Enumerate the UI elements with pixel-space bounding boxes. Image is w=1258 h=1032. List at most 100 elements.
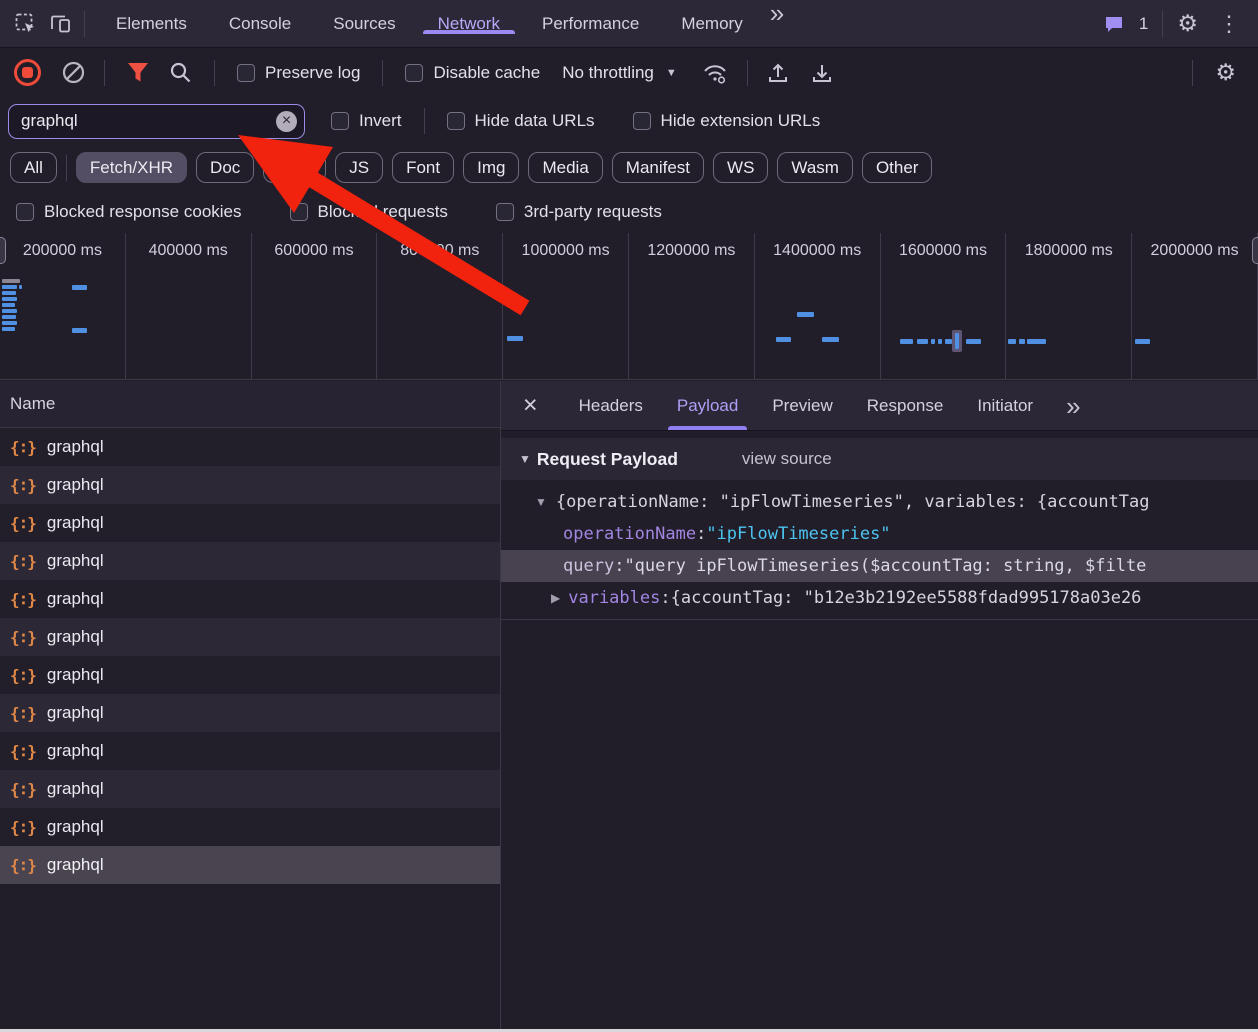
xhr-json-icon: {∶} [10, 475, 37, 495]
request-payload-section-header[interactable]: ▼ Request Payload view source [501, 438, 1258, 480]
request-row[interactable]: {∶} graphql [0, 732, 500, 770]
request-type-filters: All Fetch/XHR Doc CSS JS Font Img Media … [0, 145, 1258, 190]
timeline-tick: 800000 ms [377, 233, 504, 379]
collapsed-triangle-icon[interactable]: ▶ [551, 591, 560, 605]
waterfall-bar [900, 339, 913, 344]
option-checkbox[interactable] [495, 202, 514, 221]
search-icon[interactable] [169, 61, 192, 84]
network-conditions-icon[interactable] [701, 61, 729, 85]
device-toolbar-icon[interactable] [48, 12, 74, 36]
waterfall-bar [955, 333, 959, 349]
waterfall-bar [2, 309, 17, 313]
network-settings-gear-icon[interactable]: ⚙ [1215, 59, 1236, 86]
type-chip[interactable]: Font [392, 152, 455, 183]
request-row[interactable]: {∶} graphql [0, 808, 500, 846]
request-row[interactable]: {∶} graphql [0, 504, 500, 542]
kebab-menu-icon[interactable]: ⋮ [1212, 11, 1246, 37]
name-column-header[interactable]: Name [0, 381, 500, 428]
payload-key: query [563, 556, 615, 576]
detail-tab[interactable]: Response [850, 381, 961, 430]
filter-input[interactable] [8, 103, 305, 139]
main-tab[interactable]: Memory [660, 14, 763, 34]
type-chip[interactable]: Img [463, 152, 520, 183]
more-detail-tabs-icon[interactable]: » [1060, 393, 1086, 419]
main-tab[interactable]: Network [417, 14, 521, 34]
network-overview-timeline[interactable]: 200000 ms 400000 ms 600000 ms 800000 ms … [0, 233, 1258, 380]
request-row[interactable]: {∶} graphql [0, 656, 500, 694]
detail-tab[interactable]: Payload [660, 381, 755, 430]
view-source-link[interactable]: view source [742, 449, 832, 469]
request-row[interactable]: {∶} graphql [0, 846, 500, 884]
waterfall-bar [19, 285, 22, 289]
close-icon[interactable]: × [501, 393, 562, 418]
divider [84, 10, 85, 37]
xhr-json-icon: {∶} [10, 513, 37, 533]
request-row[interactable]: {∶} graphql [0, 542, 500, 580]
main-tab[interactable]: Performance [521, 14, 660, 34]
record-network-log-button[interactable] [14, 59, 41, 86]
request-row[interactable]: {∶} graphql [0, 618, 500, 656]
request-name: graphql [46, 627, 104, 646]
option-checkbox-group[interactable]: Blocked response cookies [16, 202, 242, 222]
payload-value: "query ipFlowTimeseries($accountTag: str… [624, 556, 1147, 576]
throttling-dropdown[interactable]: No throttling ▼ [562, 63, 677, 83]
option-checkbox-group[interactable]: 3rd-party requests [495, 202, 662, 222]
request-row[interactable]: {∶} graphql [0, 770, 500, 808]
option-checkbox[interactable] [289, 202, 308, 221]
xhr-json-icon: {∶} [10, 703, 37, 723]
request-row[interactable]: {∶} graphql [0, 580, 500, 618]
more-tabs-icon[interactable]: » [764, 0, 790, 47]
request-row[interactable]: {∶} graphql [0, 694, 500, 732]
import-har-icon[interactable] [766, 61, 790, 85]
settings-gear-icon[interactable]: ⚙ [1177, 10, 1198, 37]
type-chip[interactable]: CSS [263, 152, 327, 183]
option-checkbox-group[interactable]: Blocked requests [289, 202, 448, 222]
payload-variables-row[interactable]: ▶ variables: {accountTag: "b12e3b2192ee5… [501, 582, 1258, 614]
request-row[interactable]: {∶} graphql [0, 466, 500, 504]
type-chip[interactable]: Fetch/XHR [75, 152, 188, 183]
waterfall-bar [938, 339, 942, 344]
request-detail-pane: × Headers Payload Preview Response Initi… [501, 381, 1258, 1032]
export-har-icon[interactable] [810, 61, 834, 85]
filter-row: × Invert Hide data URLs Hide extension U… [0, 97, 1258, 145]
request-row[interactable]: {∶} graphql [0, 428, 500, 466]
waterfall-bar [1019, 339, 1025, 344]
timeline-right-handle[interactable] [1252, 237, 1258, 264]
filter-funnel-icon[interactable] [127, 62, 149, 83]
option-checkbox[interactable] [16, 202, 34, 221]
type-chip[interactable]: Wasm [777, 152, 853, 183]
preserve-log-checkbox[interactable] [237, 63, 255, 82]
hide-data-urls-checkbox[interactable] [446, 112, 465, 130]
main-tab[interactable]: Console [208, 14, 312, 34]
waterfall-bar [2, 297, 17, 301]
timeline-tick: 1000000 ms [503, 233, 629, 379]
main-tab[interactable]: Sources [312, 14, 416, 34]
type-chip[interactable]: Media [528, 152, 603, 183]
type-chip[interactable]: WS [713, 152, 769, 183]
detail-tab[interactable]: Headers [562, 381, 660, 430]
payload-query-row[interactable]: query: "query ipFlowTimeseries($accountT… [501, 550, 1258, 582]
clear-network-log-icon[interactable] [61, 60, 86, 85]
collapse-triangle-icon[interactable]: ▼ [519, 452, 531, 466]
hide-extension-urls-checkbox[interactable] [632, 112, 651, 130]
inspect-element-icon[interactable] [14, 12, 38, 36]
invert-checkbox[interactable] [331, 112, 349, 130]
clear-filter-icon[interactable]: × [276, 110, 297, 132]
type-chip-all[interactable]: All [10, 152, 57, 183]
disable-cache-checkbox[interactable] [405, 63, 424, 82]
detail-tab[interactable]: Initiator [960, 381, 1050, 430]
main-tab[interactable]: Elements [95, 14, 208, 34]
issues-message-icon[interactable] [1103, 13, 1125, 35]
waterfall-bar [966, 339, 981, 344]
timeline-left-handle[interactable] [0, 237, 6, 264]
detail-tab[interactable]: Preview [755, 381, 849, 430]
expanded-triangle-icon[interactable]: ▼ [535, 495, 547, 509]
payload-operation-row[interactable]: operationName: "ipFlowTimeseries" [501, 518, 1258, 550]
type-chip[interactable]: Doc [196, 152, 255, 183]
timeline-tick: 1800000 ms [1006, 233, 1133, 379]
type-chip[interactable]: Manifest [611, 152, 705, 183]
type-chip[interactable]: JS [335, 152, 384, 183]
payload-root-row[interactable]: ▼ {operationName: "ipFlowTimeseries", va… [501, 486, 1258, 518]
disable-cache-label: Disable cache [433, 62, 541, 82]
type-chip[interactable]: Other [861, 152, 933, 183]
